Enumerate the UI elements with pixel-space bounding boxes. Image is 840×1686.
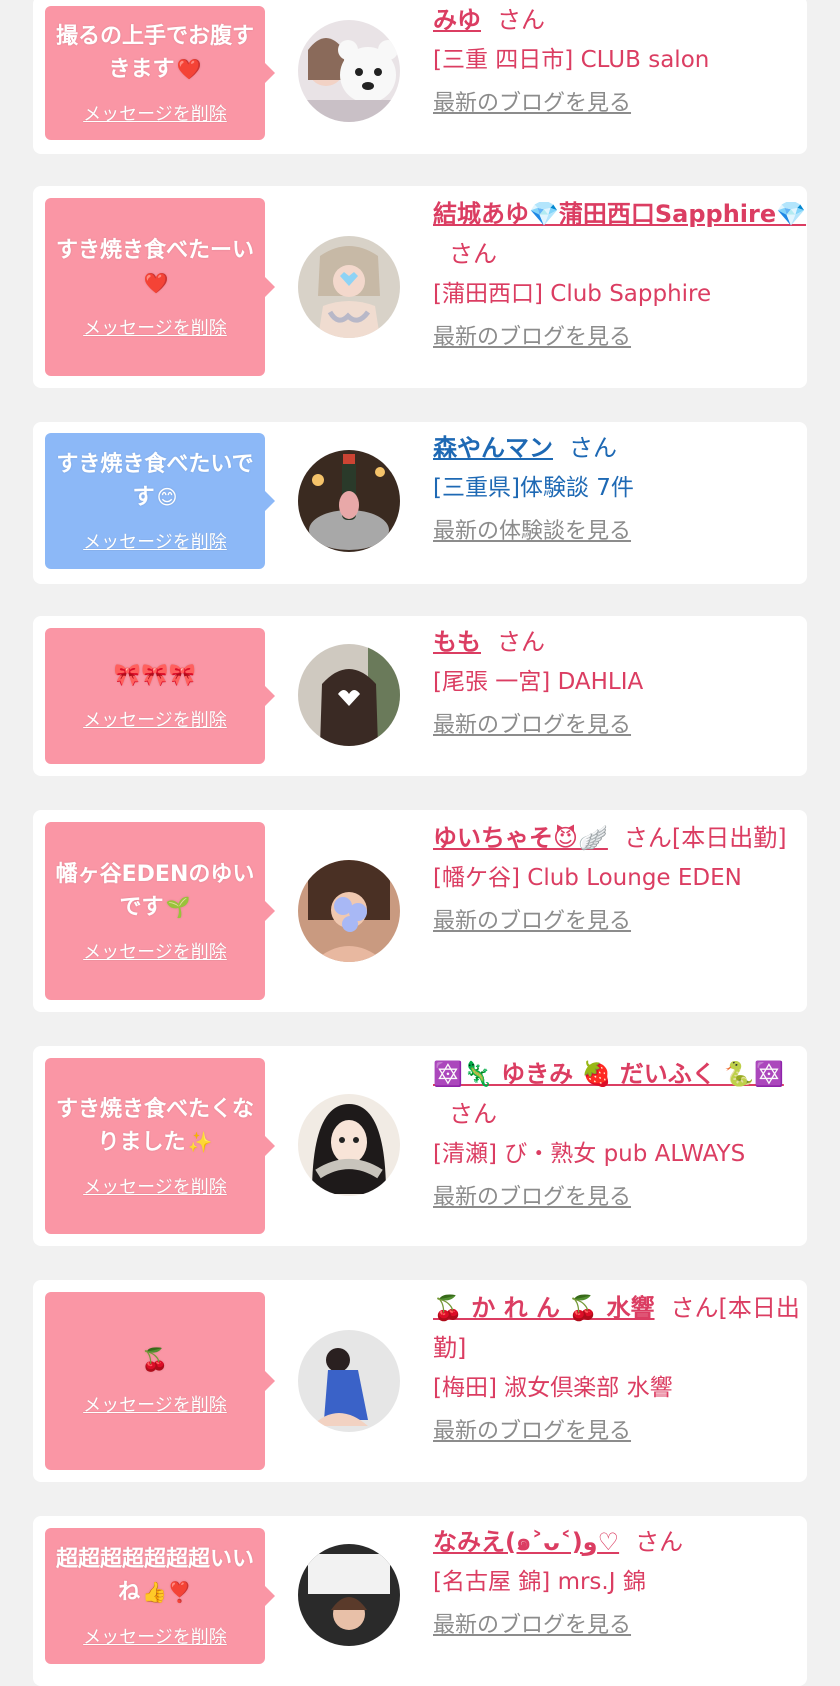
message-bubble: 撮るの上手でお腹すきます ❤️ メッセージを削除 (45, 6, 275, 140)
avatar[interactable] (298, 1094, 400, 1196)
message-bubble: すき焼き食べたいです 😊 メッセージを削除 (45, 433, 275, 569)
honorific: さん[本日出勤] (623, 824, 787, 852)
message-text: すき焼き食べたーい (55, 237, 254, 263)
avatar[interactable] (298, 236, 400, 338)
shop-label: [梅田] 淑女倶楽部 水響 (433, 1375, 673, 1401)
delete-message-link[interactable]: メッセージを削除 (83, 314, 227, 340)
latest-blog-link[interactable]: 最新の体験談を見る (433, 512, 813, 552)
sender-name-link[interactable]: 🍒 か れ ん 🍒 水響 (433, 1294, 655, 1322)
latest-blog-link[interactable]: 最新のブログを見る (433, 318, 813, 358)
sender-info: ゆいちゃそ😈🪽 さん[本日出勤] [幡ケ谷] Club Lounge EDEN 最… (433, 818, 813, 942)
latest-blog-link[interactable]: 最新のブログを見る (433, 84, 813, 124)
honorific: さん (635, 1528, 684, 1556)
avatar[interactable] (298, 644, 400, 746)
heart-icon: ❤️ (143, 270, 169, 295)
sender-name-link[interactable]: なみえ(๑˃ᴗ˂)ﻭ♡ (433, 1528, 619, 1556)
delete-message-link[interactable]: メッセージを削除 (83, 528, 227, 554)
latest-blog-link[interactable]: 最新のブログを見る (433, 902, 813, 942)
sender-name-link[interactable]: みゆ (433, 6, 481, 34)
sender-name-link[interactable]: ゆいちゃそ😈🪽 (433, 824, 608, 852)
honorific: さん (449, 240, 497, 268)
smile-icon: 😊 (156, 484, 178, 509)
shop-label: [三重 四日市] CLUB salon (433, 47, 710, 73)
sender-info: みゆ さん [三重 四日市] CLUB salon 最新のブログを見る (433, 0, 813, 124)
message-text: すき焼き食べたいです (56, 451, 254, 510)
message-bubble: すき焼き食べたくなりました ✨ メッセージを削除 (45, 1058, 275, 1234)
message-list: 撮るの上手でお腹すきます ❤️ メッセージを削除 みゆ さん [三重 四日市] CL… (0, 0, 840, 1686)
message-text: すき焼き食べたくなりました (55, 1096, 254, 1155)
message-text: 幡ヶ谷EDENのゆいです (55, 861, 255, 920)
message-text: 🎀🎀🎀 (113, 663, 197, 688)
sender-info: なみえ(๑˃ᴗ˂)ﻭ♡ さん [名古屋 錦] mrs.J 錦 最新のブログを見る (433, 1522, 813, 1646)
avatar[interactable] (298, 1544, 400, 1646)
honorific: さん (497, 6, 545, 34)
honorific: さん (569, 434, 617, 462)
delete-message-link[interactable]: メッセージを削除 (83, 1173, 227, 1199)
sender-name-link[interactable]: 結城あゆ💎蒲田西口Sapphire💎 (433, 200, 806, 228)
shop-label: [清瀬] び・熟女 pub ALWAYS (433, 1141, 746, 1167)
message-card: 🎀🎀🎀 メッセージを削除 もも さん [尾張 一宮] DAHLIA 最新のブログを… (33, 616, 807, 776)
message-card: すき焼き食べたーい ❤️ メッセージを削除 結城あゆ💎蒲田西口Sapphire💎 さ… (33, 186, 807, 388)
shop-label: [三重県]体験談 7件 (433, 475, 634, 501)
avatar[interactable] (298, 450, 400, 552)
latest-blog-link[interactable]: 最新のブログを見る (433, 1178, 813, 1218)
message-bubble: 幡ヶ谷EDENのゆいです 🌱 メッセージを削除 (45, 822, 275, 1000)
latest-blog-link[interactable]: 最新のブログを見る (433, 1606, 813, 1646)
delete-message-link[interactable]: メッセージを削除 (83, 706, 227, 732)
message-bubble: 🍒 メッセージを削除 (45, 1292, 275, 1470)
delete-message-link[interactable]: メッセージを削除 (83, 938, 227, 964)
message-card: 超超超超超超超いいね 👍❣️ メッセージを削除 なみえ(๑˃ᴗ˂)ﻭ♡ さん [名古… (33, 1516, 807, 1686)
sender-name-link[interactable]: 🔯🦎 ゆきみ 🍓 だいふく 🐍🔯 (433, 1060, 784, 1088)
delete-message-link[interactable]: メッセージを削除 (83, 100, 227, 126)
avatar[interactable] (298, 1330, 400, 1432)
message-bubble: 超超超超超超超いいね 👍❣️ メッセージを削除 (45, 1528, 275, 1664)
shop-label: [幡ケ谷] Club Lounge EDEN (433, 865, 742, 891)
sender-info: 結城あゆ💎蒲田西口Sapphire💎 さん [蒲田西口] Club Sapphir… (433, 194, 813, 358)
shop-label: [名古屋 錦] mrs.J 錦 (433, 1569, 646, 1595)
avatar[interactable] (298, 20, 400, 122)
shop-label: [尾張 一宮] DAHLIA (433, 669, 644, 695)
shop-label: [蒲田西口] Club Sapphire (433, 281, 712, 307)
message-card: 🍒 メッセージを削除 🍒 か れ ん 🍒 水響 さん[本日出勤] [梅田] 淑女倶… (33, 1280, 807, 1482)
sender-name-link[interactable]: もも (433, 628, 481, 656)
message-bubble: 🎀🎀🎀 メッセージを削除 (45, 628, 275, 764)
honorific: さん (449, 1100, 497, 1128)
sparkle-icon: ✨ (187, 1129, 213, 1154)
sender-name-link[interactable]: 森やんマン (433, 434, 553, 462)
sender-info: 森やんマン さん [三重県]体験談 7件 最新の体験談を見る (433, 428, 813, 552)
message-bubble: すき焼き食べたーい ❤️ メッセージを削除 (45, 198, 275, 376)
message-text: 🍒 (141, 1348, 169, 1373)
message-card: 幡ヶ谷EDENのゆいです 🌱 メッセージを削除 ゆいちゃそ😈🪽 さん[本日出勤] [… (33, 810, 807, 1012)
thumbs-heart-icon: 👍❣️ (142, 1579, 192, 1604)
sender-info: 🔯🦎 ゆきみ 🍓 だいふく 🐍🔯さん [清瀬] び・熟女 pub ALWAYS … (433, 1054, 813, 1218)
message-text: 撮るの上手でお腹すきます (55, 23, 254, 82)
heart-icon: ❤️ (176, 56, 202, 81)
delete-message-link[interactable]: メッセージを削除 (83, 1391, 227, 1417)
sprout-icon: 🌱 (165, 894, 191, 919)
latest-blog-link[interactable]: 最新のブログを見る (433, 1412, 813, 1452)
delete-message-link[interactable]: メッセージを削除 (83, 1623, 227, 1649)
sender-info: もも さん [尾張 一宮] DAHLIA 最新のブログを見る (433, 622, 813, 746)
honorific: さん (497, 628, 545, 656)
message-card: すき焼き食べたいです 😊 メッセージを削除 森やんマン さん [三重県]体験談 7件… (33, 422, 807, 584)
avatar[interactable] (298, 860, 400, 962)
message-card: 撮るの上手でお腹すきます ❤️ メッセージを削除 みゆ さん [三重 四日市] CL… (33, 0, 807, 154)
latest-blog-link[interactable]: 最新のブログを見る (433, 706, 813, 746)
message-card: すき焼き食べたくなりました ✨ メッセージを削除 🔯🦎 ゆきみ 🍓 だいふく 🐍🔯… (33, 1046, 807, 1246)
sender-info: 🍒 か れ ん 🍒 水響 さん[本日出勤] [梅田] 淑女倶楽部 水響 最新のブロ… (433, 1288, 813, 1452)
